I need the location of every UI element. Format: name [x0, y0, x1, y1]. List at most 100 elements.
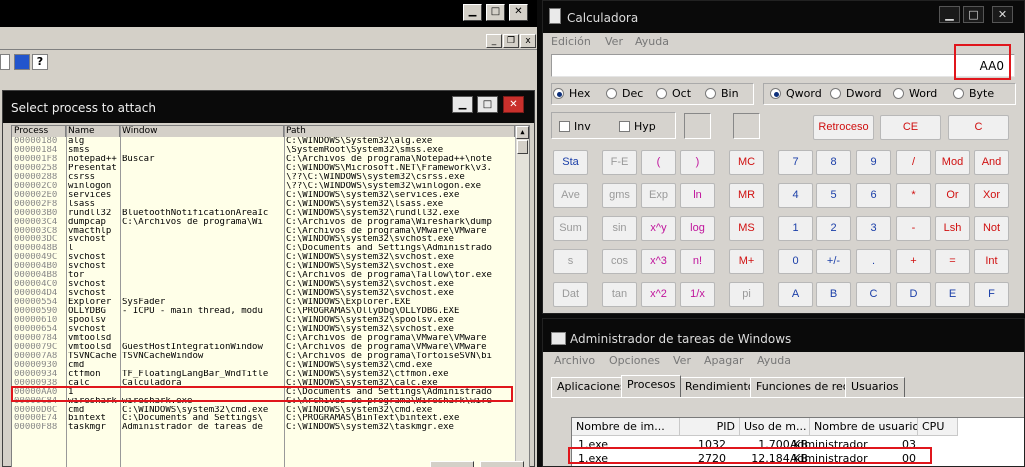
- calc-maximize-button[interactable]: □: [963, 6, 984, 23]
- menu-edicion[interactable]: Edición: [551, 35, 591, 48]
- process-row[interactable]: 000002E0 services C:\WINDOWS\system32\serv…: [12, 191, 515, 200]
- key-c[interactable]: C: [856, 282, 891, 307]
- processes-list[interactable]: Nombre de im... PID Uso de m... Nombre d…: [571, 417, 1024, 466]
- process-row[interactable]: 00000F88 taskmgr Administrador de tareas d…: [12, 423, 515, 432]
- key-dot[interactable]: .: [856, 249, 891, 274]
- key-xpowy[interactable]: x^y: [641, 216, 676, 241]
- key-5[interactable]: 5: [816, 183, 851, 208]
- key-a[interactable]: A: [778, 282, 813, 307]
- process-row[interactable]: 00000654 svchost C:\WINDOWS\system32\svcho…: [12, 325, 515, 334]
- col-name[interactable]: Name: [66, 126, 120, 137]
- minimize-button[interactable]: ▁: [463, 4, 482, 21]
- key-and[interactable]: And: [974, 150, 1009, 175]
- col-image-name[interactable]: Nombre de im...: [572, 418, 680, 436]
- key-xpow2[interactable]: x^2: [641, 282, 676, 307]
- menu-archivo[interactable]: Archivo: [554, 354, 595, 367]
- close-button[interactable]: ✕: [509, 4, 528, 21]
- col-mem[interactable]: Uso de m...: [740, 418, 810, 436]
- process-row[interactable]: 000004B8 tor C:\Archivos de programa\Tallo…: [12, 271, 515, 280]
- process-row[interactable]: 000003B0 rundll32 BluetoothNotificationAre…: [12, 209, 515, 218]
- dialog-maximize-button[interactable]: □: [477, 96, 498, 113]
- process-row[interactable]: 000003C8 vmacthlp C:\Archivos de programa\…: [12, 227, 515, 236]
- mdi-close-button[interactable]: x: [520, 34, 536, 48]
- process-row[interactable]: 00000AA0 1 C:\Documents and Settings\Admin…: [12, 388, 515, 397]
- base-radio-dec[interactable]: Dec: [606, 87, 643, 100]
- key-minus[interactable]: -: [896, 216, 931, 241]
- key-mr[interactable]: MR: [729, 183, 764, 208]
- key-s[interactable]: s: [553, 249, 588, 274]
- key-gms[interactable]: gms: [602, 183, 637, 208]
- dialog-minimize-button[interactable]: ▁: [452, 96, 473, 113]
- clear-button[interactable]: C: [948, 115, 1009, 140]
- process-row[interactable]: 0000048B l C:\Documents and Settings\Admin…: [12, 244, 515, 253]
- key-0[interactable]: 0: [778, 249, 813, 274]
- calc-minimize-button[interactable]: ▁: [939, 6, 960, 23]
- process-row[interactable]: 00000C84 wireshark wireshark.exe C:\Archivo…: [12, 397, 515, 406]
- key-nfact[interactable]: n!: [680, 249, 715, 274]
- key-cos[interactable]: cos: [602, 249, 637, 274]
- key-mplus[interactable]: M+: [729, 249, 764, 274]
- tab-aplicaciones[interactable]: Aplicaciones: [551, 377, 632, 397]
- process-scrollbar[interactable]: ▲: [515, 126, 529, 467]
- tab-procesos[interactable]: Procesos: [621, 375, 682, 397]
- process-row[interactable]: 000007A8 TSVNCache TSVNCacheWindow C:\Archi…: [12, 352, 515, 361]
- process-row[interactable]: 000004C0 svchost C:\WINDOWS\system32\svcho…: [12, 280, 515, 289]
- windows-icon[interactable]: [14, 54, 30, 70]
- process-row[interactable]: 00000784 vmtoolsd C:\Archivos de programa\…: [12, 334, 515, 343]
- menu-apagar[interactable]: Apagar: [704, 354, 744, 367]
- calc-close-button[interactable]: ✕: [992, 6, 1013, 23]
- process-row[interactable]: 00000D0C cmd C:\WINDOWS\system32\cmd.exe C:…: [12, 406, 515, 415]
- menu-ver[interactable]: Ver: [605, 35, 623, 48]
- key-1divx[interactable]: 1/x: [680, 282, 715, 307]
- process-row[interactable]: 0000049C svchost C:\WINDOWS\system32\svcho…: [12, 253, 515, 262]
- base-radio-bin[interactable]: Bin: [705, 87, 739, 100]
- key-rparen[interactable]: ): [680, 150, 715, 175]
- process-table[interactable]: Process Name Window Path 00000180 alg C:\W…: [11, 125, 530, 467]
- process-row[interactable]: 00000E74 bintext C:\Documents and Settings…: [12, 414, 515, 423]
- word-radio-word[interactable]: Word: [893, 87, 937, 100]
- key-xpow3[interactable]: x^3: [641, 249, 676, 274]
- word-radio-qword[interactable]: Qword: [770, 87, 822, 100]
- key-div[interactable]: /: [896, 150, 931, 175]
- key-or[interactable]: Or: [935, 183, 970, 208]
- process-row[interactable]: 00000590 OLLYDBG - ICPU - main thread, mod…: [12, 307, 515, 316]
- process-row[interactable]: 00000258 Presentat C:\WINDOWS\Microsoft.NE…: [12, 164, 515, 173]
- dialog-close-button[interactable]: ✕: [503, 96, 524, 113]
- key-9[interactable]: 9: [856, 150, 891, 175]
- col-window[interactable]: Window: [120, 126, 284, 137]
- key-plus[interactable]: +: [896, 249, 931, 274]
- menu-opciones[interactable]: Opciones: [609, 354, 660, 367]
- tab-usuarios[interactable]: Usuarios: [845, 377, 905, 397]
- process-row[interactable]: 00000180 alg C:\WINDOWS\System32\alg.exe: [12, 137, 515, 146]
- process-row[interactable]: 00000610 spoolsv C:\WINDOWS\system32\spool…: [12, 316, 515, 325]
- key-log[interactable]: log: [680, 216, 715, 241]
- key-lsh[interactable]: Lsh: [935, 216, 970, 241]
- mdi-restore-button[interactable]: ❐: [503, 34, 519, 48]
- menu-ayuda[interactable]: Ayuda: [757, 354, 791, 367]
- cancel-button[interactable]: [480, 461, 524, 467]
- key-d[interactable]: D: [896, 282, 931, 307]
- process-row[interactable]: 000003DC svchost C:\WINDOWS\system32\svcho…: [12, 235, 515, 244]
- toolbar-icon[interactable]: [0, 54, 10, 70]
- key-mul[interactable]: *: [896, 183, 931, 208]
- tab-funciones-de-red[interactable]: Funciones de red: [750, 377, 856, 397]
- process-row[interactable]: 00000934 ctfmon TF_FloatingLangBar_WndTitl…: [12, 370, 515, 379]
- key-mod[interactable]: Mod: [935, 150, 970, 175]
- maximize-button[interactable]: □: [486, 4, 505, 21]
- process-row[interactable]: 000002F8 lsass C:\WINDOWS\system32\lsass.e…: [12, 200, 515, 209]
- key-equals[interactable]: =: [935, 249, 970, 274]
- key-lparen[interactable]: (: [641, 150, 676, 175]
- word-radio-dword[interactable]: Dword: [830, 87, 882, 100]
- process-row[interactable]: 00000184 smss \SystemRoot\System32\smss.ex…: [12, 146, 515, 155]
- key-sin[interactable]: sin: [602, 216, 637, 241]
- key-ms[interactable]: MS: [729, 216, 764, 241]
- col-process[interactable]: Process: [12, 126, 66, 137]
- key-ln[interactable]: ln: [680, 183, 715, 208]
- key-fminuse[interactable]: F-E: [602, 150, 637, 175]
- word-radio-byte[interactable]: Byte: [953, 87, 994, 100]
- process-row[interactable]: 0000079C vmtoolsd GuestHostIntegrationWind…: [12, 343, 515, 352]
- process-row[interactable]: 000004D4 svchost C:\WINDOWS\system32\svcho…: [12, 289, 515, 298]
- col-cpu[interactable]: CPU: [918, 418, 958, 436]
- key-dat[interactable]: Dat: [553, 282, 588, 307]
- process-row[interactable]: 000001F8 notepad++ Buscar C:\Archivos de pr…: [12, 155, 515, 164]
